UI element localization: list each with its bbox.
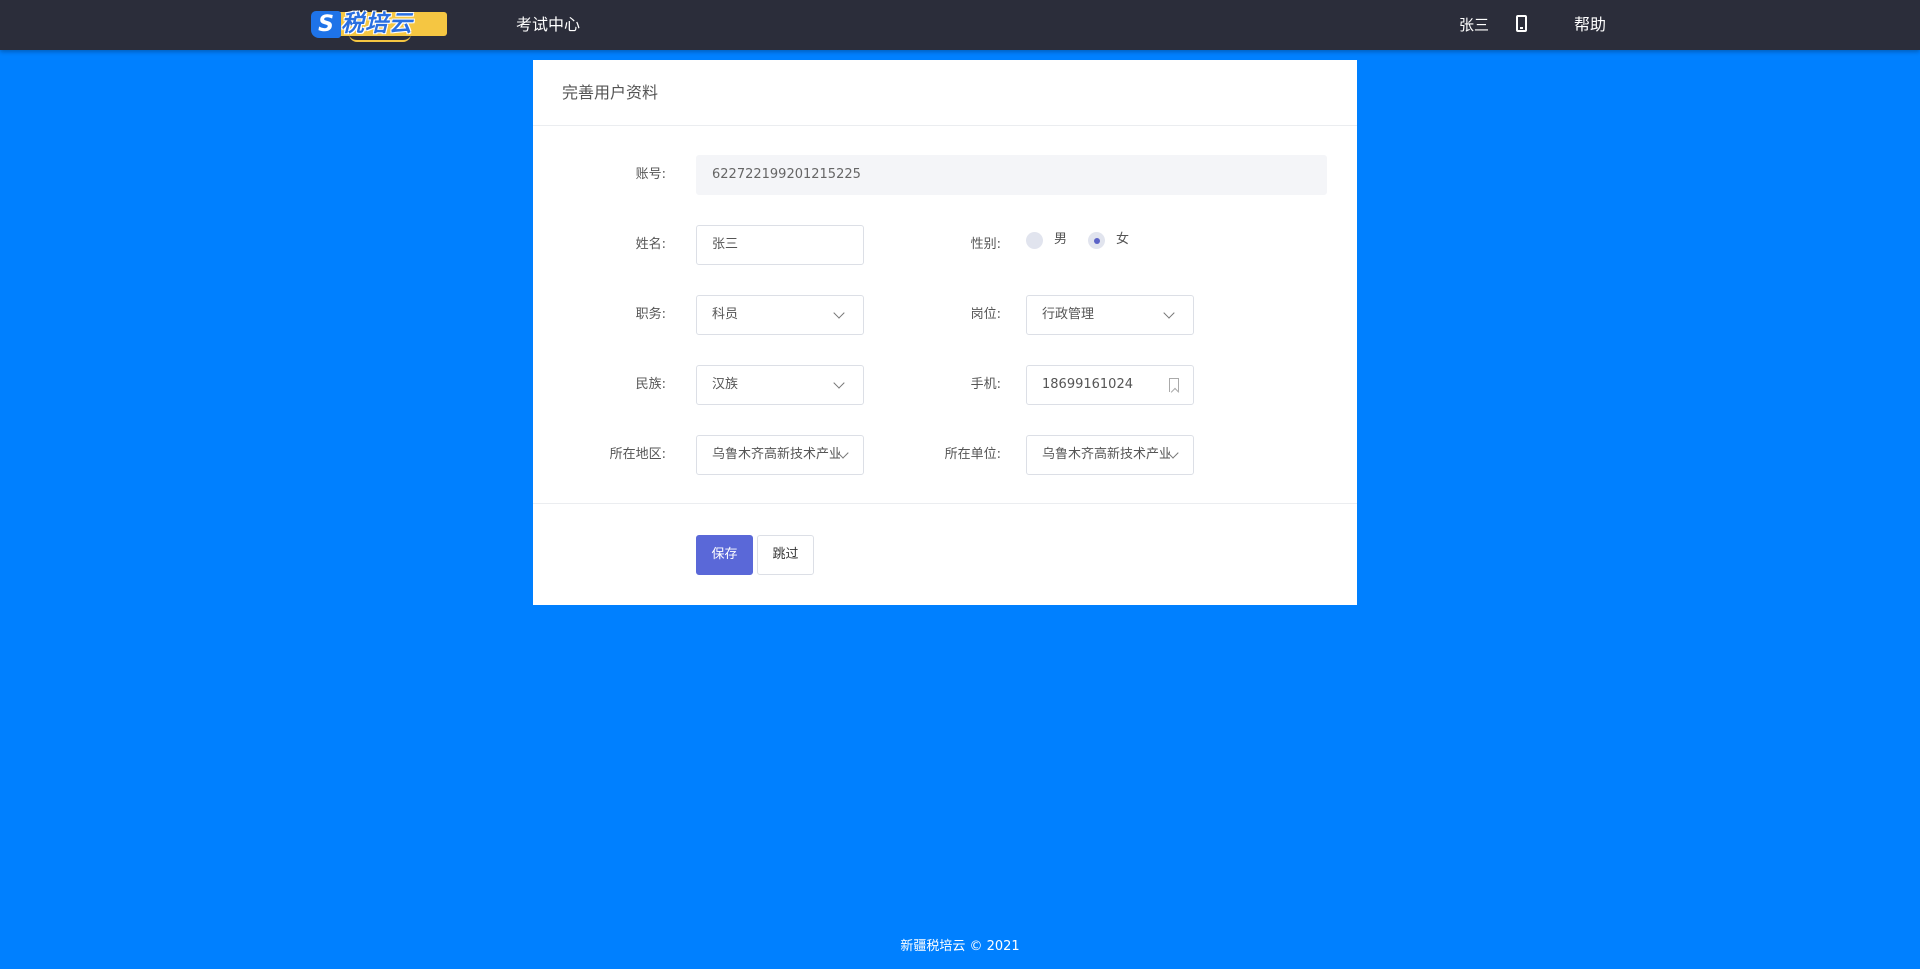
- post-select[interactable]: 行政管理: [1026, 295, 1194, 335]
- nav-user-name[interactable]: 张三: [1459, 0, 1489, 50]
- account-value: 622722199201215225: [712, 167, 861, 182]
- gender-female-label: 女: [1116, 232, 1130, 247]
- top-bar: S 税培云 考试中心 张三 帮助: [0, 0, 1920, 50]
- name-value: 张三: [712, 237, 739, 252]
- mobile-phone-icon: [1516, 15, 1527, 32]
- logo-swoosh: [349, 34, 411, 42]
- logo[interactable]: S 税培云: [311, 10, 447, 42]
- logo-mark-icon: S: [311, 11, 341, 38]
- card-divider: [533, 503, 1357, 504]
- mobile-input[interactable]: 18699161024: [1026, 365, 1194, 405]
- name-label: 姓名:: [635, 237, 666, 252]
- duty-value: 科员: [712, 307, 739, 322]
- post-value: 行政管理: [1042, 307, 1095, 322]
- region-label: 所在地区:: [609, 447, 666, 462]
- gender-label: 性别:: [970, 237, 1001, 252]
- mobile-value: 18699161024: [1042, 377, 1133, 392]
- unit-select[interactable]: 乌鲁木齐高新技术产业: [1026, 435, 1194, 475]
- nav-exam-center[interactable]: 考试中心: [516, 0, 580, 50]
- mobile-phone-link[interactable]: [1516, 0, 1530, 50]
- unit-value: 乌鲁木齐高新技术产业: [1042, 447, 1170, 462]
- radio-checked-icon: [1088, 232, 1105, 249]
- unit-label: 所在单位:: [944, 447, 1001, 462]
- ethnic-value: 汉族: [712, 377, 739, 392]
- duty-label: 职务:: [635, 307, 666, 322]
- post-label: 岗位:: [970, 307, 1001, 322]
- gender-male-label: 男: [1054, 232, 1068, 247]
- ethnic-label: 民族:: [635, 377, 666, 392]
- mobile-label: 手机:: [970, 377, 1001, 392]
- profile-card: 完善用户资料 账号: 622722199201215225 姓名: 张三 性别:…: [533, 60, 1357, 605]
- bookmark-icon: [1169, 378, 1179, 392]
- nav-help[interactable]: 帮助: [1574, 0, 1606, 50]
- footer-copyright: 新疆税培云 © 2021: [900, 939, 1020, 954]
- radio-unchecked-icon: [1026, 232, 1043, 249]
- save-button[interactable]: 保存: [696, 535, 753, 575]
- chevron-down-icon: [1163, 307, 1175, 319]
- account-field: 622722199201215225: [696, 155, 1327, 195]
- card-title: 完善用户资料: [533, 60, 1357, 126]
- region-value: 乌鲁木齐高新技术产业: [712, 447, 840, 462]
- account-label: 账号:: [635, 167, 666, 182]
- skip-button[interactable]: 跳过: [757, 535, 814, 575]
